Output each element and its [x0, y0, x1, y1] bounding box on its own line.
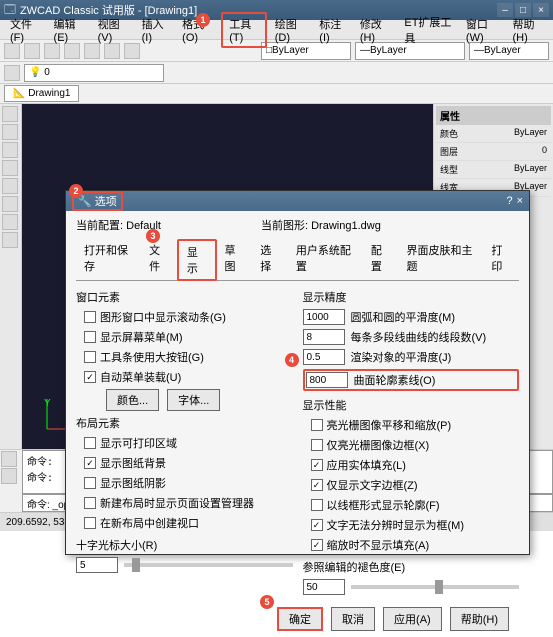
tool-rect[interactable]	[2, 124, 18, 140]
menu-window[interactable]: 窗口(W)	[460, 14, 505, 46]
btn-font[interactable]: 字体...	[167, 389, 220, 411]
tb-layer[interactable]	[4, 65, 20, 81]
tab-print[interactable]: 打印	[483, 239, 519, 280]
chk-raster-frame[interactable]	[311, 439, 323, 451]
options-dialog: 2 🔧 选项 ? × 当前配置: Default 当前图形: Drawing1.…	[65, 190, 530, 555]
callout-3: 3	[146, 229, 160, 243]
group-window-elements: 窗口元素	[76, 289, 293, 305]
render-smooth-input[interactable]	[303, 349, 345, 365]
callout-1: 1	[196, 13, 210, 27]
chk-wireframe[interactable]	[311, 499, 323, 511]
tool-dim[interactable]	[2, 232, 18, 248]
props-title: 属性	[436, 106, 551, 125]
tool-arc[interactable]	[2, 160, 18, 176]
menu-et[interactable]: ET扩展工具	[398, 12, 458, 48]
dialog-close-icon[interactable]: ×	[517, 195, 523, 207]
menu-modify[interactable]: 修改(H)	[354, 14, 397, 46]
surface-contour-input[interactable]	[306, 372, 348, 388]
btn-apply[interactable]: 应用(A)	[383, 607, 442, 631]
dialog-titlebar[interactable]: 🔧 选项 ? ×	[66, 191, 529, 211]
group-performance: 显示性能	[303, 397, 520, 413]
btn-cancel[interactable]: 取消	[331, 607, 375, 631]
tool-hatch[interactable]	[2, 214, 18, 230]
prop-row: 图层0	[436, 143, 551, 161]
chk-automenu[interactable]	[84, 371, 96, 383]
tab-user[interactable]: 用户系统配置	[288, 239, 363, 280]
fade-input[interactable]	[303, 579, 345, 595]
tabs: 3 打开和保存 文件 显示 草图 选择 用户系统配置 配置 界面皮肤和主题 打印	[76, 239, 519, 281]
toolbar-2: 💡 0	[0, 62, 553, 84]
menu-file[interactable]: 文件(F)	[4, 14, 46, 46]
cfg-label: 当前配置:	[76, 220, 123, 232]
chk-zoom-nofill[interactable]	[311, 539, 323, 551]
tab-open-save[interactable]: 打开和保存	[76, 239, 141, 280]
left-toolbar	[0, 104, 22, 449]
chk-raster-pan[interactable]	[311, 419, 323, 431]
crosshair-slider[interactable]	[124, 563, 293, 567]
left-column: 窗口元素 图形窗口中显示滚动条(G) 显示屏幕菜单(M) 工具条使用大按钮(G)…	[76, 289, 293, 601]
chk-scrollbars[interactable]	[84, 311, 96, 323]
tab-skin[interactable]: 界面皮肤和主题	[399, 239, 484, 280]
cmd-tool-1[interactable]	[1, 451, 17, 467]
chk-paperbg[interactable]	[84, 457, 96, 469]
menu-insert[interactable]: 插入(I)	[136, 14, 175, 46]
menu-view[interactable]: 视图(V)	[92, 14, 134, 46]
chk-papershadow[interactable]	[84, 477, 96, 489]
btn-ok[interactable]: 确定	[277, 607, 323, 631]
fade-slider[interactable]	[351, 585, 520, 589]
dwg-value: Drawing1.dwg	[311, 220, 381, 232]
arc-smooth-input[interactable]	[303, 309, 345, 325]
chk-pagesetup[interactable]	[84, 497, 96, 509]
callout-2: 2	[69, 184, 83, 198]
tool-line[interactable]	[2, 106, 18, 122]
chk-viewport[interactable]	[84, 517, 96, 529]
tab-file[interactable]: 文件	[141, 239, 177, 280]
tool-text[interactable]	[2, 196, 18, 212]
chk-largebuttons[interactable]	[84, 351, 96, 363]
right-column: 4 显示精度 圆弧和圆的平滑度(M) 每条多段线曲线的线段数(V) 渲染对象的平…	[303, 289, 520, 601]
dialog-help-icon[interactable]: ?	[506, 195, 512, 207]
cmd-tools	[0, 450, 22, 485]
menu-tools[interactable]: 工具(T)	[221, 12, 267, 48]
tool-circle[interactable]	[2, 142, 18, 158]
btn-color[interactable]: 颜色...	[106, 389, 159, 411]
tab-profile[interactable]: 配置	[363, 239, 399, 280]
crosshair-label: 十字光标大小(R)	[76, 537, 293, 553]
polyline-segs-input[interactable]	[303, 329, 345, 345]
prop-row: 颜色ByLayer	[436, 125, 551, 143]
chk-printable[interactable]	[84, 437, 96, 449]
chk-screenmenu[interactable]	[84, 331, 96, 343]
chk-text-frame[interactable]	[311, 479, 323, 491]
prop-row: 线型ByLayer	[436, 161, 551, 179]
btn-help[interactable]: 帮助(H)	[450, 607, 509, 631]
menu-help[interactable]: 帮助(H)	[506, 14, 549, 46]
menu-bar: 1 文件(F) 编辑(E) 视图(V) 插入(I) 格式(O) 工具(T) 绘图…	[0, 20, 553, 40]
doc-tab[interactable]: 📐 Drawing1	[4, 85, 79, 102]
tool-poly[interactable]	[2, 178, 18, 194]
chk-solid-fill[interactable]	[311, 459, 323, 471]
tab-display[interactable]: 显示	[177, 239, 217, 281]
crosshair-input[interactable]	[76, 557, 118, 573]
fade-label: 参照编辑的褪色度(E)	[303, 559, 520, 575]
menu-dim[interactable]: 标注(I)	[313, 14, 352, 46]
callout-5: 5	[260, 595, 274, 609]
dwg-label: 当前图形:	[261, 220, 308, 232]
menu-draw[interactable]: 绘图(D)	[269, 14, 312, 46]
group-layout-elements: 布局元素	[76, 415, 293, 431]
tab-draft[interactable]: 草图	[217, 239, 253, 280]
group-precision: 显示精度	[303, 289, 520, 305]
cmd-tool-2[interactable]	[1, 468, 17, 484]
menu-edit[interactable]: 编辑(E)	[48, 14, 90, 46]
layer-select[interactable]: 💡 0	[24, 64, 164, 82]
workspace: Y X 属性 颜色ByLayer 图层0 线型ByLayer 线宽ByLayer…	[0, 104, 553, 449]
document-bar: 📐 Drawing1	[0, 84, 553, 104]
tab-select[interactable]: 选择	[252, 239, 288, 280]
callout-4: 4	[285, 353, 299, 367]
